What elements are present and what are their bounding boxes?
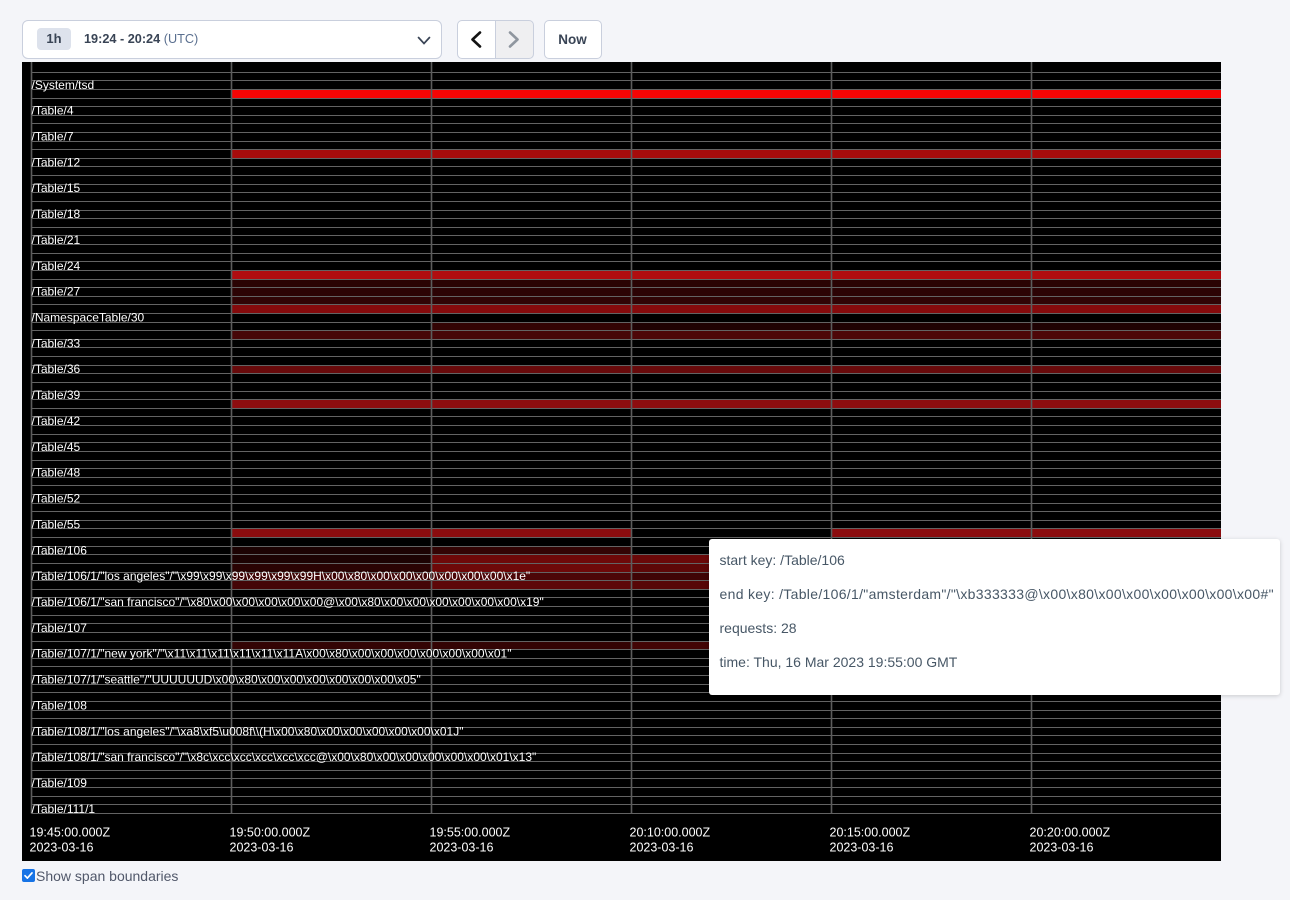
svg-text:/Table/21: /Table/21 (32, 232, 81, 246)
svg-text:/Table/109: /Table/109 (32, 775, 88, 789)
svg-text:/Table/107: /Table/107 (32, 620, 88, 634)
svg-text:/Table/48: /Table/48 (32, 465, 81, 479)
svg-text:/Table/108/1/"los angeles"/"\x: /Table/108/1/"los angeles"/"\xa8\xf5\u00… (32, 724, 464, 738)
svg-text:/System/tsd: /System/tsd (32, 77, 95, 91)
svg-text:/Table/27: /Table/27 (32, 284, 81, 298)
svg-text:/Table/108/1/"san francisco"/": /Table/108/1/"san francisco"/"\x8c\xcc\x… (32, 750, 537, 764)
svg-text:/Table/52: /Table/52 (32, 491, 81, 505)
svg-text:/Table/106/1/"san francisco"/": /Table/106/1/"san francisco"/"\x80\x00\x… (32, 594, 544, 608)
svg-text:20:20:00.000Z: 20:20:00.000Z (1030, 825, 1111, 839)
svg-text:/Table/39: /Table/39 (32, 388, 81, 402)
svg-text:/Table/106: /Table/106 (32, 543, 88, 557)
svg-text:/Table/42: /Table/42 (32, 413, 81, 427)
svg-text:2023-03-16: 2023-03-16 (830, 840, 894, 854)
svg-text:2023-03-16: 2023-03-16 (430, 840, 494, 854)
svg-text:/Table/15: /Table/15 (32, 181, 81, 195)
svg-text:/Table/55: /Table/55 (32, 517, 81, 531)
svg-text:19:50:00.000Z: 19:50:00.000Z (230, 825, 311, 839)
svg-text:/Table/111/1: /Table/111/1 (32, 801, 96, 815)
svg-text:19:55:00.000Z: 19:55:00.000Z (430, 825, 511, 839)
svg-text:19:45:00.000Z: 19:45:00.000Z (30, 825, 111, 839)
svg-text:/Table/107/1/"new york"/"\x11\: /Table/107/1/"new york"/"\x11\x11\x11\x1… (32, 646, 512, 660)
svg-text:2023-03-16: 2023-03-16 (630, 840, 694, 854)
svg-text:2023-03-16: 2023-03-16 (30, 840, 94, 854)
svg-text:2023-03-16: 2023-03-16 (1030, 840, 1094, 854)
svg-text:/Table/4: /Table/4 (32, 103, 74, 117)
svg-text:/Table/18: /Table/18 (32, 207, 81, 221)
svg-text:/Table/106/1/"los angeles"/"\x: /Table/106/1/"los angeles"/"\x99\x99\x99… (32, 569, 531, 583)
svg-text:/Table/33: /Table/33 (32, 336, 81, 350)
svg-text:/Table/12: /Table/12 (32, 155, 81, 169)
svg-text:2023-03-16: 2023-03-16 (230, 840, 294, 854)
svg-text:/Table/7: /Table/7 (32, 129, 74, 143)
svg-text:/Table/45: /Table/45 (32, 439, 81, 453)
svg-text:/NamespaceTable/30: /NamespaceTable/30 (32, 310, 145, 324)
svg-text:/Table/107/1/"seattle"/"UUUUUU: /Table/107/1/"seattle"/"UUUUUUD\x00\x80\… (32, 672, 421, 686)
svg-text:/Table/24: /Table/24 (32, 258, 81, 272)
svg-text:20:15:00.000Z: 20:15:00.000Z (830, 825, 911, 839)
svg-text:20:10:00.000Z: 20:10:00.000Z (630, 825, 711, 839)
svg-text:/Table/108: /Table/108 (32, 698, 88, 712)
svg-text:/Table/36: /Table/36 (32, 362, 81, 376)
